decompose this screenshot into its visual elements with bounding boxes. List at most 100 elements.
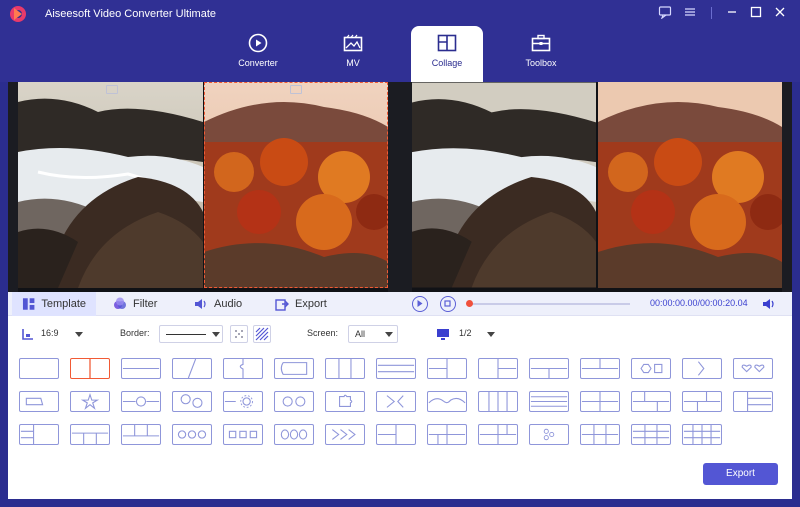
template-3-horizontal[interactable] [376,358,416,379]
template-wave[interactable] [427,391,467,412]
template-balloon[interactable] [121,391,161,412]
template-4-left-stack[interactable] [733,391,773,412]
tab-collage[interactable]: Collage [411,26,483,82]
maximize-icon[interactable] [748,5,764,21]
seek-handle[interactable] [466,300,473,307]
aspect-dropdown-icon[interactable] [75,332,83,337]
slot-edit-icon[interactable] [106,85,118,94]
minimize-icon[interactable] [724,5,740,21]
border-style-dropdown[interactable] [159,325,223,343]
template-5-quad[interactable] [427,424,467,445]
tab-export[interactable]: Export [265,292,345,316]
chevron-down-icon [212,332,220,337]
template-3-right-split[interactable] [478,358,518,379]
template-2-puzzle[interactable] [223,358,263,379]
tab-toolbox[interactable]: Toolbox [505,26,577,82]
converter-icon [248,33,268,53]
export-button[interactable]: Export [703,463,778,485]
template-6-grid[interactable] [580,424,620,445]
border-label: Border: [120,328,150,338]
template-cross-puzzle[interactable] [376,391,416,412]
menu-icon[interactable] [682,5,698,21]
screen-value: All [355,329,366,339]
template-4-top-wide[interactable] [70,424,110,445]
template-4-offset[interactable] [631,391,671,412]
template-two-circles[interactable] [274,391,314,412]
tab-converter[interactable]: Converter [222,26,294,82]
template-dots[interactable] [529,424,569,445]
screen-dropdown[interactable]: All [348,325,398,343]
template-bubbles[interactable] [172,424,212,445]
template-slant-bar[interactable] [19,391,59,412]
page-dropdown-icon[interactable] [487,332,495,337]
template-4-mixed[interactable] [682,391,722,412]
screen-label: Screen: [307,328,339,338]
template-star[interactable] [70,391,110,412]
template-4-right-stack[interactable] [19,424,59,445]
template-rounded-card[interactable] [274,358,314,379]
play-button[interactable] [412,296,428,312]
template-three-arrows[interactable] [325,424,365,445]
playback-controls: 00:00:00.00/00:00:20.04 [406,292,792,316]
template-5-corner[interactable] [478,424,518,445]
border-color-button[interactable] [230,325,248,343]
tab-converter-label: Converter [238,58,278,68]
photo-waterfall-slot[interactable] [18,82,203,288]
hatch-pattern-icon [255,327,269,341]
app-title: Aiseesoft Video Converter Ultimate [45,8,216,20]
border-pattern-button[interactable] [253,325,271,343]
template-circles[interactable] [172,391,212,412]
template-gear[interactable] [223,391,263,412]
template-2-vertical[interactable] [70,358,110,379]
template-3-bottom-split[interactable] [580,358,620,379]
template-4-vertical[interactable] [478,391,518,412]
template-arrow[interactable] [682,358,722,379]
volume-icon[interactable] [762,297,776,311]
editor-tab-bar: Template Filter Audio Export 00:00:00.00… [8,292,792,316]
edit-canvas[interactable] [18,82,388,292]
grid-dots-icon [235,330,243,338]
stop-button[interactable] [440,296,456,312]
template-three-ovals[interactable] [274,424,314,445]
template-4-grid[interactable] [580,391,620,412]
collage-settings-panel: Template Filter Audio Export 00:00:00.00… [8,292,792,499]
stop-icon [444,300,451,307]
template-puzzle-piece[interactable] [325,391,365,412]
template-4-horizontal[interactable] [529,391,569,412]
template-9-grid[interactable] [631,424,671,445]
template-mosaic[interactable] [682,424,722,445]
close-icon[interactable] [772,5,788,21]
template-3-vertical[interactable] [325,358,365,379]
photo-autumn-slot[interactable] [204,82,388,288]
feedback-icon[interactable] [657,5,673,21]
template-4-bottom-wide[interactable] [121,424,161,445]
page-indicator[interactable]: 1/2 [459,328,472,338]
template-hearts[interactable] [733,358,773,379]
template-single[interactable] [19,358,59,379]
waterfall-photo [18,82,203,288]
output-preview [412,82,782,292]
template-three-squares[interactable] [223,424,263,445]
template-3-left-split[interactable] [427,358,467,379]
template-2-horizontal[interactable] [121,358,161,379]
slot-edit-icon[interactable] [290,85,302,94]
aspect-ratio-value[interactable]: 16:9 [41,328,59,338]
tab-filter[interactable]: Filter [103,292,173,316]
layout-options: 16:9 Border: Screen: All 1/2 [8,324,792,346]
tab-audio[interactable]: Audio [184,292,254,316]
tab-mv-label: MV [346,58,360,68]
template-2-diagonal[interactable] [172,358,212,379]
play-icon [417,300,423,307]
time-display: 00:00:00.00/00:00:20.04 [650,298,748,308]
template-hexagon[interactable] [631,358,671,379]
template-3-top-split[interactable] [529,358,569,379]
app-logo-icon [10,6,26,22]
mv-icon [343,34,363,52]
tab-template[interactable]: Template [12,292,96,316]
template-5-split[interactable] [376,424,416,445]
export-icon [275,299,289,311]
seek-track[interactable] [470,303,630,305]
tab-mv[interactable]: MV [317,26,389,82]
audio-icon [195,299,206,309]
toolbox-icon [531,34,551,52]
